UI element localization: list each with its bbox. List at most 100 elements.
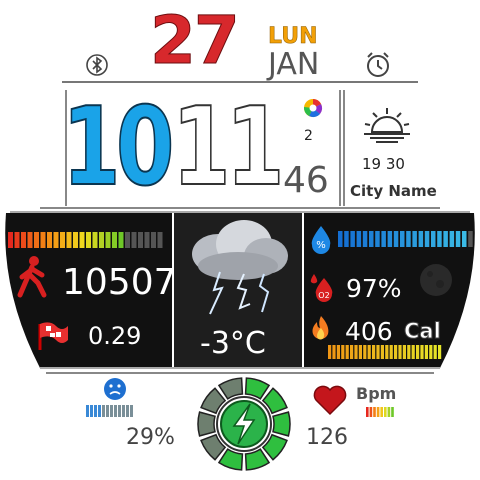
bar-segment (412, 231, 417, 247)
bar-segment (387, 407, 391, 417)
bar-segment (420, 345, 424, 359)
bar-segment (429, 345, 433, 359)
bar-segment (21, 232, 26, 248)
sunset-time: 19 30 (362, 155, 405, 173)
thunderstorm-icon (192, 220, 288, 315)
humidity-drop-icon: % (311, 226, 331, 254)
bar-segment (86, 232, 91, 248)
seconds-display: 46 (283, 160, 329, 201)
month-label: JAN (268, 47, 320, 82)
bar-segment (126, 405, 129, 417)
bar-segment (332, 345, 336, 359)
ring-segment (197, 411, 216, 437)
distance-value: 0.29 (88, 322, 142, 350)
bar-segment (362, 231, 368, 247)
bar-segment (385, 345, 389, 359)
calories-unit-label: Cal (404, 319, 442, 344)
bar-segment (372, 345, 376, 359)
bar-segment (369, 407, 373, 417)
bar-segment (356, 231, 362, 247)
calories-value: 406 (345, 317, 393, 346)
bar-segment (345, 345, 349, 359)
bar-segment (34, 232, 39, 248)
bar-segment (144, 232, 150, 248)
steps-count: 10507 (62, 262, 177, 303)
svg-text:O2: O2 (318, 291, 329, 300)
bar-segment (468, 231, 473, 247)
bar-segment (338, 231, 343, 247)
bar-segment (416, 345, 420, 359)
bar-segment (384, 407, 387, 417)
color-wheel-icon[interactable] (303, 98, 323, 118)
bar-segment (424, 345, 428, 359)
bar-segment (398, 345, 402, 359)
walking-person-icon (17, 256, 47, 298)
bar-segment (366, 407, 369, 417)
bar-segment (380, 345, 384, 359)
bar-segment (389, 345, 393, 359)
bar-segment (407, 345, 411, 359)
bar-segment (122, 405, 125, 417)
bar-segment (393, 231, 399, 247)
bar-segment (376, 407, 380, 417)
heart-rate-bar (366, 407, 394, 417)
alarm-icon[interactable] (363, 50, 393, 80)
bar-segment (411, 345, 415, 359)
bar-segment (92, 232, 98, 248)
sunset-icon (364, 108, 410, 143)
calories-progress-bar (328, 345, 442, 359)
hours-display: 10 (61, 85, 175, 210)
steps-progress-bar (8, 232, 163, 248)
bar-segment (354, 345, 358, 359)
bar-segment (394, 345, 398, 359)
heart-icon (313, 385, 347, 416)
bar-segment (369, 231, 374, 247)
charging-ring[interactable] (194, 374, 294, 474)
bpm-label: Bpm (356, 384, 397, 403)
bar-segment (373, 407, 376, 417)
bar-segment (86, 405, 89, 417)
bar-segment (73, 232, 78, 248)
bluetooth-icon[interactable] (86, 52, 108, 78)
bar-segment (102, 405, 105, 417)
weekday-label: LUN (268, 24, 318, 49)
bar-segment (98, 405, 101, 417)
bar-segment (400, 231, 405, 247)
humidity-value: 97% (346, 274, 402, 303)
bar-segment (118, 232, 124, 248)
bar-segment (376, 345, 380, 359)
bar-segment (449, 231, 455, 247)
bar-segment (328, 345, 332, 359)
ring-segment (244, 448, 271, 471)
bar-segment (418, 231, 424, 247)
humidity-progress-bar (338, 231, 473, 247)
bar-segment (8, 232, 13, 248)
bar-segment (350, 231, 355, 247)
bar-segment (99, 232, 104, 248)
bar-segment (14, 232, 20, 248)
battery-face-icon (104, 378, 126, 400)
battery-level-bar (86, 405, 133, 417)
svg-text:%: % (316, 240, 326, 251)
bar-segment (341, 345, 345, 359)
bar-segment (431, 231, 436, 247)
bar-segment (79, 232, 85, 248)
oxygen-drop-icon: O2 (310, 274, 333, 302)
bar-segment (402, 345, 406, 359)
bar-segment (455, 231, 461, 247)
flame-icon (312, 316, 329, 340)
bar-segment (118, 405, 121, 417)
bar-segment (66, 232, 72, 248)
bar-segment (391, 407, 394, 417)
moon-icon (420, 264, 452, 296)
bar-segment (367, 345, 371, 359)
bar-segment (60, 232, 65, 248)
bar-segment (443, 231, 448, 247)
bar-segment (358, 345, 362, 359)
bar-segment (151, 232, 156, 248)
bar-segment (106, 405, 109, 417)
bar-segment (387, 231, 393, 247)
ring-segment (217, 448, 244, 471)
finish-flag-icon (38, 322, 68, 350)
bar-segment (406, 231, 411, 247)
